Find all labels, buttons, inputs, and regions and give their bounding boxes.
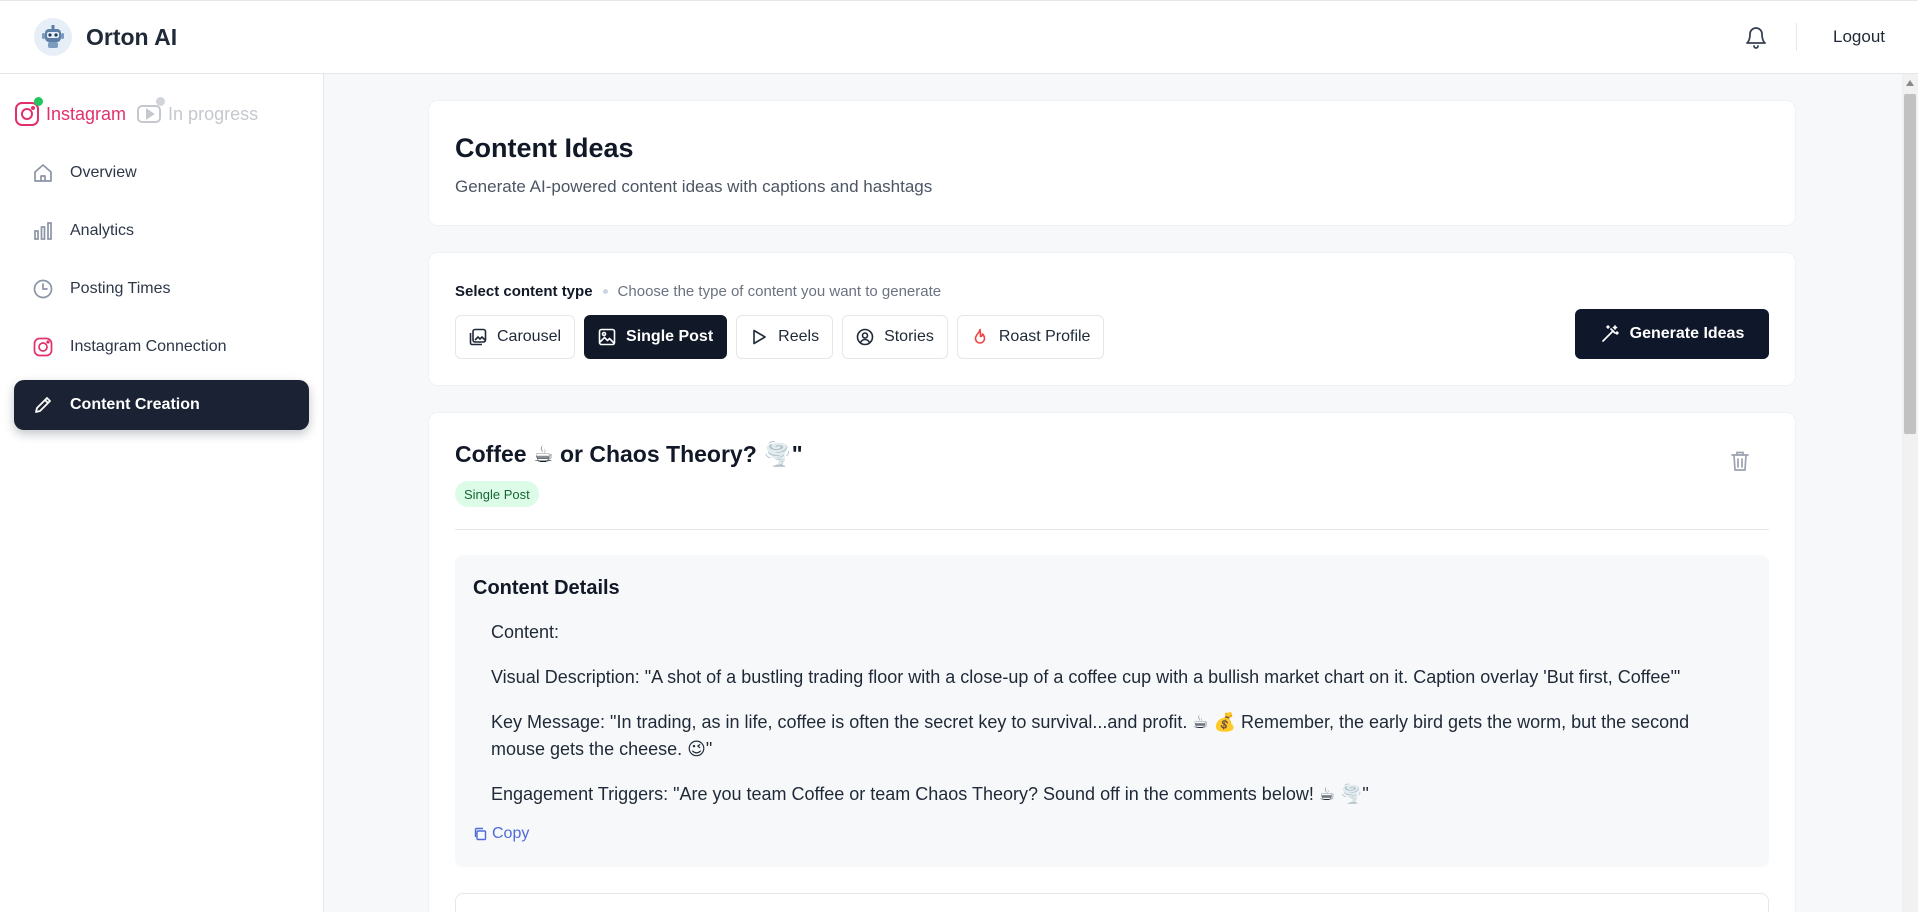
next-section-card [455, 893, 1769, 912]
content-type-options: Carousel Single Post Reels Stories Roast… [455, 315, 1113, 359]
gallery-icon [469, 328, 487, 346]
detail-key-message: Key Message: "In trading, as in life, co… [491, 712, 1690, 759]
copy-button[interactable]: Copy [473, 825, 529, 843]
sidebar-item-overview[interactable]: Overview [14, 148, 309, 198]
bell-icon[interactable] [1742, 23, 1770, 51]
page-title: Content Ideas [455, 133, 634, 163]
main-content: Content Ideas Generate AI-powered conten… [324, 74, 1902, 912]
sidebar: Instagram In progress Overview Analytics… [0, 74, 324, 912]
platform-label: In progress [168, 103, 259, 124]
clock-icon [32, 278, 54, 300]
sidebar-nav: Overview Analytics Posting Times Instagr… [0, 148, 323, 430]
generate-ideas-button[interactable]: Generate Ideas [1575, 309, 1769, 359]
sidebar-item-posting-times[interactable]: Posting Times [14, 264, 309, 314]
platform-label: Instagram [46, 103, 127, 124]
instagram-icon [14, 97, 43, 127]
detail-content: Content: [491, 622, 560, 642]
robot-logo-icon [34, 18, 72, 56]
status-dot [34, 97, 43, 106]
type-label: Reels [778, 328, 820, 345]
type-label: Carousel [497, 328, 562, 345]
logout-button[interactable]: Logout [1833, 27, 1885, 47]
magic-wand-icon [1600, 324, 1620, 344]
type-single-post-button[interactable]: Single Post [584, 315, 728, 359]
play-icon [750, 328, 768, 346]
sidebar-item-analytics[interactable]: Analytics [14, 206, 309, 256]
divider [455, 529, 1769, 530]
content-type-hint: Choose the type of content you want to g… [617, 283, 942, 300]
idea-title: Coffee ☕ or Chaos Theory? 🌪️" [455, 441, 803, 467]
content-details-panel: Content Details Content: Visual Descript… [455, 555, 1769, 867]
header-divider [1796, 23, 1797, 51]
sidebar-item-label: Instagram Connection [70, 338, 227, 355]
sidebar-item-label: Overview [70, 164, 137, 181]
sidebar-item-label: Content Creation [70, 396, 200, 413]
type-roast-profile-button[interactable]: Roast Profile [956, 315, 1105, 359]
brand[interactable]: Orton AI [34, 18, 177, 56]
pencil-icon [32, 394, 54, 416]
scrollbar-thumb[interactable] [1904, 94, 1916, 434]
sidebar-item-label: Analytics [70, 222, 135, 239]
home-icon [32, 162, 54, 184]
platform-instagram[interactable]: Instagram [14, 97, 127, 127]
type-label: Roast Profile [998, 328, 1091, 345]
detail-visual-description: Visual Description: "A shot of a bustlin… [491, 667, 1681, 687]
brand-name: Orton AI [86, 23, 178, 50]
details-heading: Content Details [473, 577, 620, 599]
top-header: Orton AI Logout [0, 0, 1918, 74]
content-type-label: Select content type Choose the type of c… [455, 283, 941, 300]
trash-icon[interactable] [1729, 449, 1751, 473]
scroll-up-arrow-icon[interactable] [1906, 80, 1914, 86]
page-scrollbar[interactable] [1902, 74, 1918, 912]
type-stories-button[interactable]: Stories [842, 315, 948, 359]
platform-switcher: Instagram In progress [14, 97, 323, 128]
copy-icon [473, 827, 487, 841]
separator-dot [602, 289, 608, 294]
bar-chart-icon [32, 220, 54, 242]
youtube-icon [136, 97, 166, 127]
copy-label: Copy [492, 825, 530, 842]
content-type-card: Select content type Choose the type of c… [428, 252, 1796, 386]
type-label: Stories [884, 328, 934, 345]
content-type-title: Select content type [455, 283, 593, 300]
sidebar-item-instagram-connection[interactable]: Instagram Connection [14, 322, 309, 372]
page-subtitle: Generate AI-powered content ideas with c… [455, 177, 933, 196]
sidebar-item-label: Posting Times [70, 280, 171, 297]
content-type-badge: Single Post [455, 481, 539, 507]
type-reels-button[interactable]: Reels [736, 315, 834, 359]
platform-youtube[interactable]: In progress [136, 97, 259, 127]
user-circle-icon [856, 328, 874, 346]
idea-card: Coffee ☕ or Chaos Theory? 🌪️" Single Pos… [428, 412, 1796, 912]
type-carousel-button[interactable]: Carousel [455, 315, 576, 359]
flame-icon [971, 328, 989, 346]
image-icon [598, 328, 616, 346]
page-header-card: Content Ideas Generate AI-powered conten… [428, 100, 1796, 226]
type-label: Single Post [626, 328, 714, 345]
status-dot [156, 97, 166, 106]
generate-label: Generate Ideas [1629, 325, 1745, 342]
sidebar-item-content-creation[interactable]: Content Creation [14, 380, 309, 430]
instagram-icon [32, 336, 54, 358]
detail-engagement-triggers: Engagement Triggers: "Are you team Coffe… [491, 784, 1369, 804]
